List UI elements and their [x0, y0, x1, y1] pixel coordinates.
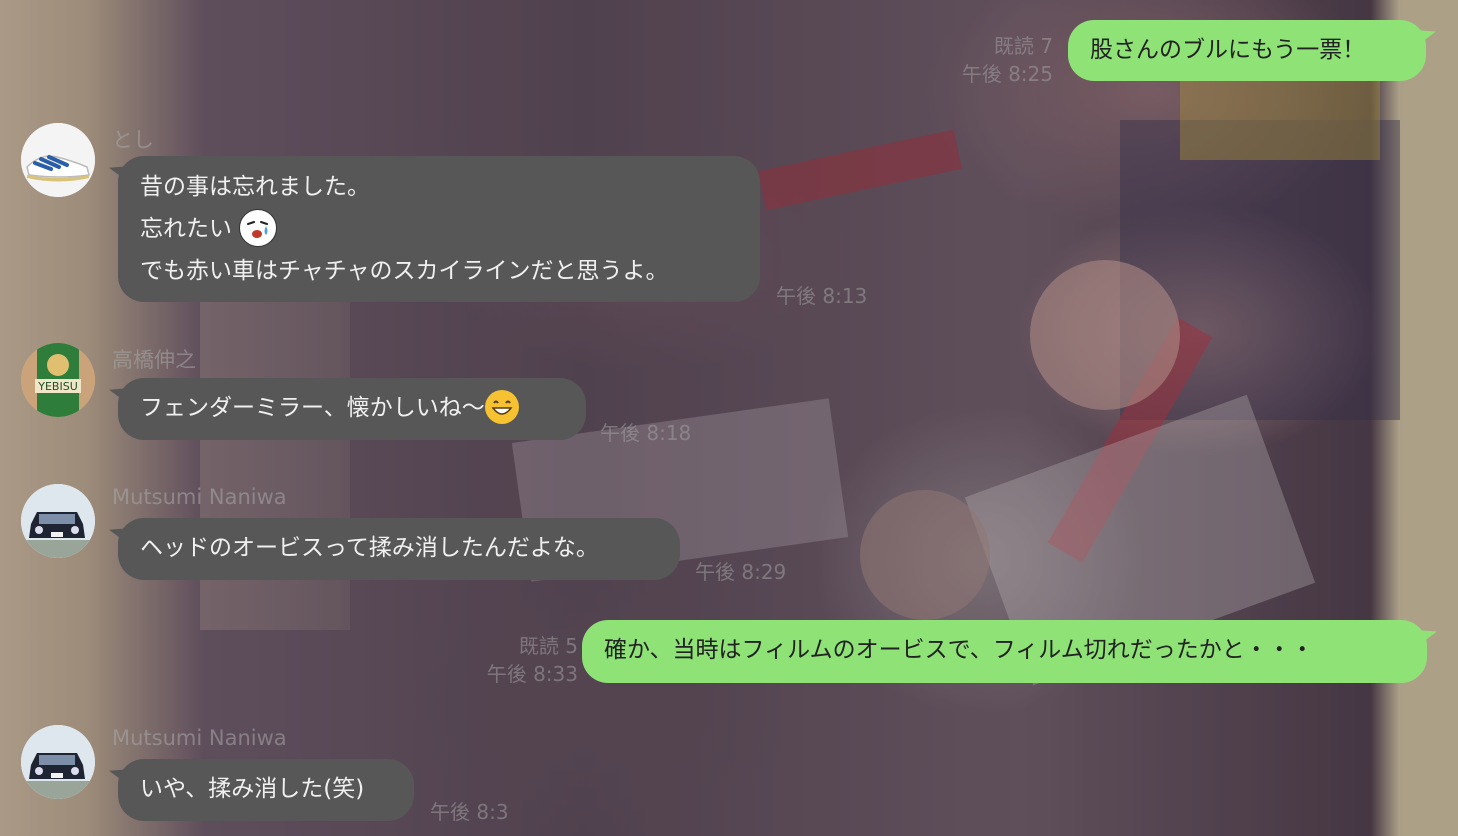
sender-name: Mutsumi Naniwa — [112, 485, 287, 509]
message-text-line: でも赤い車はチャチャのスカイラインだと思うよ。 — [140, 258, 669, 284]
message-bubble-received[interactable]: ヘッドのオービスって揉み消したんだよな。 — [118, 518, 680, 580]
grinning-face-emoji-icon — [484, 389, 519, 424]
sender-avatar[interactable] — [21, 725, 95, 799]
message-bubble-sent[interactable]: 確か、当時はフィルムのオービスで、フィルム切れだったかと・・・ — [582, 620, 1427, 683]
message-bubble-received[interactable]: フェンダーミラー、懐かしいね〜 — [118, 378, 586, 440]
svg-text:YEBISU: YEBISU — [37, 380, 78, 393]
message-timestamp: 午後 8:18 — [600, 421, 692, 445]
sender-avatar[interactable] — [21, 484, 95, 558]
message-bubble-received[interactable]: いや、揉み消した(笑) — [118, 759, 414, 821]
message-timestamp: 午後 8:3 — [430, 800, 509, 824]
sender-name: 高橋伸之 — [112, 348, 196, 372]
message-timestamp: 午後 8:33 — [486, 662, 578, 686]
message-text: いや、揉み消した(笑) — [140, 776, 365, 802]
message-read-status: 既読 7 — [993, 34, 1053, 58]
message-timestamp: 午後 8:25 — [961, 62, 1053, 86]
chat-window: 既読 7 午後 8:25 股さんのブルにもう一票！ とし 昔の事は忘れました。 … — [0, 0, 1458, 836]
classic-car-avatar-icon — [21, 725, 95, 799]
message-text: フェンダーミラー、懐かしいね〜 — [140, 395, 485, 421]
sender-name: とし — [112, 128, 154, 152]
message-text-line: 忘れたい — [140, 208, 738, 250]
crying-face-sticker-icon — [239, 208, 278, 247]
message-text: 股さんのブルにもう一票！ — [1090, 37, 1366, 63]
sneaker-avatar-icon — [21, 123, 95, 197]
message-bubble-sent[interactable]: 股さんのブルにもう一票！ — [1068, 20, 1426, 81]
message-text: 確か、当時はフィルムのオービスで、フィルム切れだったかと・・・ — [604, 637, 1314, 663]
message-read-status: 既読 5 — [518, 634, 578, 658]
message-bubble-received[interactable]: 昔の事は忘れました。 忘れたい でも赤い車はチャチャのスカイラインだと思うよ。 — [118, 156, 760, 302]
message-text: ヘッドのオービスって揉み消したんだよな。 — [140, 535, 599, 561]
sender-avatar[interactable] — [21, 123, 95, 197]
message-timestamp: 午後 8:13 — [776, 284, 868, 308]
sender-avatar[interactable]: YEBISU — [21, 343, 95, 417]
classic-car-avatar-icon — [21, 484, 95, 558]
message-text-line: 昔の事は忘れました。 — [140, 174, 370, 200]
message-timestamp: 午後 8:29 — [695, 560, 787, 584]
sender-name: Mutsumi Naniwa — [112, 726, 287, 750]
beer-can-avatar-icon: YEBISU — [21, 343, 95, 417]
